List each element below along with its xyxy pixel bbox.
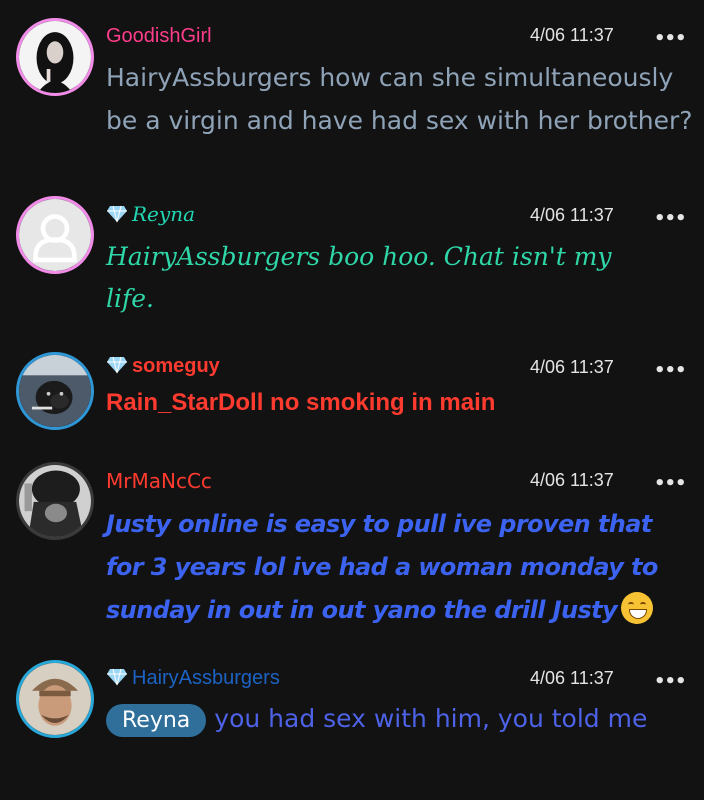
timestamp: 4/06 11:37 bbox=[530, 668, 614, 688]
user-avatar-image bbox=[19, 21, 91, 93]
grinning-face-emoji bbox=[621, 592, 654, 624]
username-text: GoodishGirl bbox=[106, 25, 212, 47]
user-avatar-image bbox=[19, 663, 91, 735]
username[interactable]: someguy bbox=[106, 355, 220, 380]
timestamp: 4/06 11:37 bbox=[530, 205, 614, 225]
username-text: Reyna bbox=[132, 202, 195, 226]
avatar[interactable] bbox=[16, 660, 94, 738]
username[interactable]: HairyAssburgers bbox=[106, 667, 280, 692]
diamond-icon bbox=[106, 668, 128, 692]
avatar[interactable] bbox=[16, 18, 94, 96]
mention-chip[interactable]: Reyna bbox=[106, 704, 207, 737]
message-text: HairyAssburgers boo hoo. Chat isn't my l… bbox=[106, 242, 612, 313]
user-avatar-image bbox=[19, 465, 91, 537]
message-text-content: Justy online is easy to pull ive proven … bbox=[106, 510, 658, 624]
message-text: Justy online is easy to pull ive proven … bbox=[106, 503, 696, 632]
message-text: Rain_StarDoll no smoking in main bbox=[106, 389, 496, 416]
username[interactable]: Reyna bbox=[106, 202, 195, 228]
timestamp: 4/06 11:37 bbox=[530, 25, 614, 45]
message-text-content: you had sex with him, you told me bbox=[214, 704, 648, 733]
username-text: someguy bbox=[132, 355, 220, 377]
more-options-icon[interactable]: ••• bbox=[654, 673, 687, 691]
diamond-icon bbox=[106, 204, 128, 228]
username[interactable]: MrMaNcCc bbox=[106, 469, 212, 493]
diamond-icon bbox=[106, 356, 128, 380]
more-options-icon[interactable]: ••• bbox=[654, 475, 687, 493]
username[interactable]: GoodishGirl bbox=[106, 25, 212, 48]
avatar[interactable] bbox=[16, 196, 94, 274]
username-text: HairyAssburgers bbox=[132, 667, 280, 689]
avatar[interactable] bbox=[16, 462, 94, 540]
default-avatar-image bbox=[19, 199, 91, 271]
message-text: Reyna you had sex with him, you told me bbox=[106, 700, 686, 738]
avatar[interactable] bbox=[16, 352, 94, 430]
username-text: MrMaNcCc bbox=[106, 469, 212, 493]
user-avatar-image bbox=[19, 355, 91, 427]
timestamp: 4/06 11:37 bbox=[530, 357, 614, 377]
timestamp: 4/06 11:37 bbox=[530, 470, 614, 490]
more-options-icon[interactable]: ••• bbox=[654, 210, 687, 228]
more-options-icon[interactable]: ••• bbox=[654, 362, 687, 380]
message-text: HairyAssburgers how can she simultaneous… bbox=[106, 63, 693, 135]
more-options-icon[interactable]: ••• bbox=[654, 30, 687, 48]
